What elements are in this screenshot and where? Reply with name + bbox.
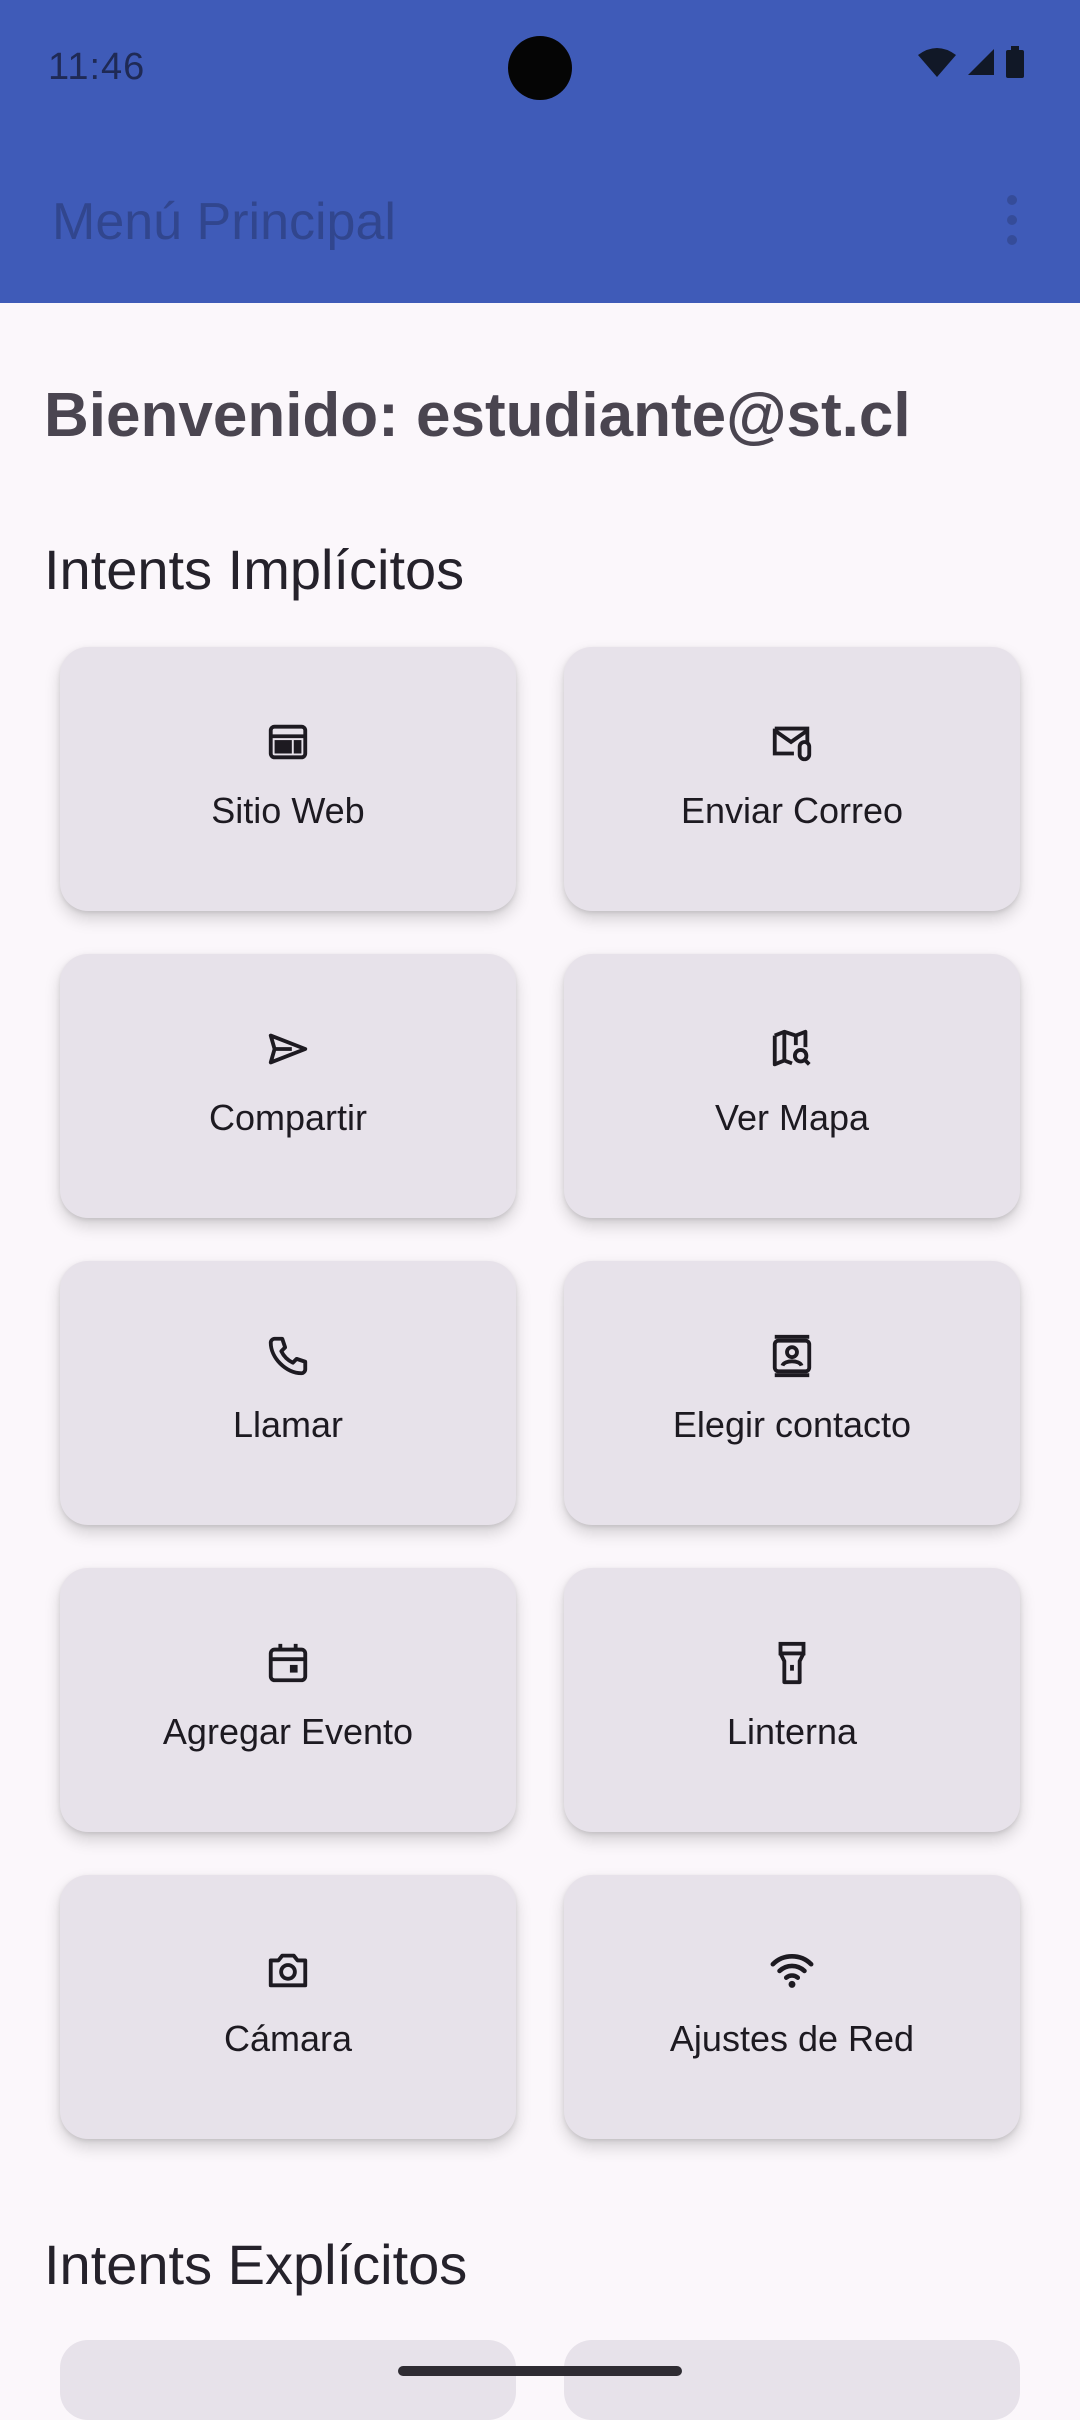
- status-time: 11:46: [48, 46, 146, 88]
- welcome-text: Bienvenido: estudiante@st.cl: [44, 381, 911, 450]
- more-vert-icon[interactable]: [992, 190, 1032, 250]
- ver-mapa-label: Ver Mapa: [714, 1097, 870, 1138]
- ajustes-de-red-label: Ajustes de Red: [669, 2018, 915, 2059]
- map-search-icon: [772, 1029, 811, 1067]
- web-icon: [268, 724, 308, 760]
- send-icon: [268, 1033, 308, 1065]
- battery-icon: [1006, 46, 1024, 78]
- llamar-label: Llamar: [232, 1404, 344, 1445]
- app-bar: 11:46 Menú Principal: [0, 0, 1080, 303]
- mail-icon: [772, 726, 812, 762]
- calendar-icon: [268, 1643, 308, 1683]
- camara-button[interactable]: Cámara: [60, 1875, 516, 2139]
- enviar-correo-button[interactable]: Enviar Correo: [564, 647, 1020, 911]
- camera-icon: [268, 1953, 308, 1988]
- status-icons: [918, 46, 1024, 78]
- ajustes-de-red-button[interactable]: Ajustes de Red: [564, 1875, 1020, 2139]
- elegir-contacto-label: Elegir contacto: [672, 1404, 912, 1445]
- phone-icon: [268, 1336, 308, 1376]
- home-indicator[interactable]: [398, 2366, 682, 2376]
- implicit-intents-title: Intents Implícitos: [44, 538, 465, 601]
- ver-mapa-button[interactable]: Ver Mapa: [564, 954, 1020, 1218]
- llamar-button[interactable]: Llamar: [60, 1261, 516, 1525]
- compartir-button[interactable]: Compartir: [60, 954, 516, 1218]
- app-bar-title: Menú Principal: [52, 193, 396, 251]
- linterna-label: Linterna: [726, 1711, 858, 1752]
- explicit-action-card[interactable]: [564, 2340, 1020, 2420]
- explicit-action-card[interactable]: [60, 2340, 516, 2420]
- front-camera: [508, 36, 572, 100]
- contact-icon: [772, 1334, 812, 1378]
- agregar-evento-button[interactable]: Agregar Evento: [60, 1568, 516, 1832]
- camara-label: Cámara: [223, 2018, 353, 2059]
- flashlight-icon: [778, 1641, 806, 1685]
- linterna-button[interactable]: Linterna: [564, 1568, 1020, 1832]
- compartir-label: Compartir: [208, 1097, 368, 1138]
- sitio-web-button[interactable]: Sitio Web: [60, 647, 516, 911]
- status-bar: 11:46: [0, 0, 1080, 140]
- sitio-web-label: Sitio Web: [211, 790, 365, 831]
- agregar-evento-label: Agregar Evento: [162, 1711, 414, 1752]
- enviar-correo-label: Enviar Correo: [680, 790, 904, 831]
- elegir-contacto-button[interactable]: Elegir contacto: [564, 1261, 1020, 1525]
- wifi-icon: [770, 1954, 814, 1988]
- explicit-intents-title: Intents Explícitos: [44, 2233, 468, 2296]
- wifi-icon: [918, 47, 956, 77]
- cellular-signal-icon: [966, 47, 996, 77]
